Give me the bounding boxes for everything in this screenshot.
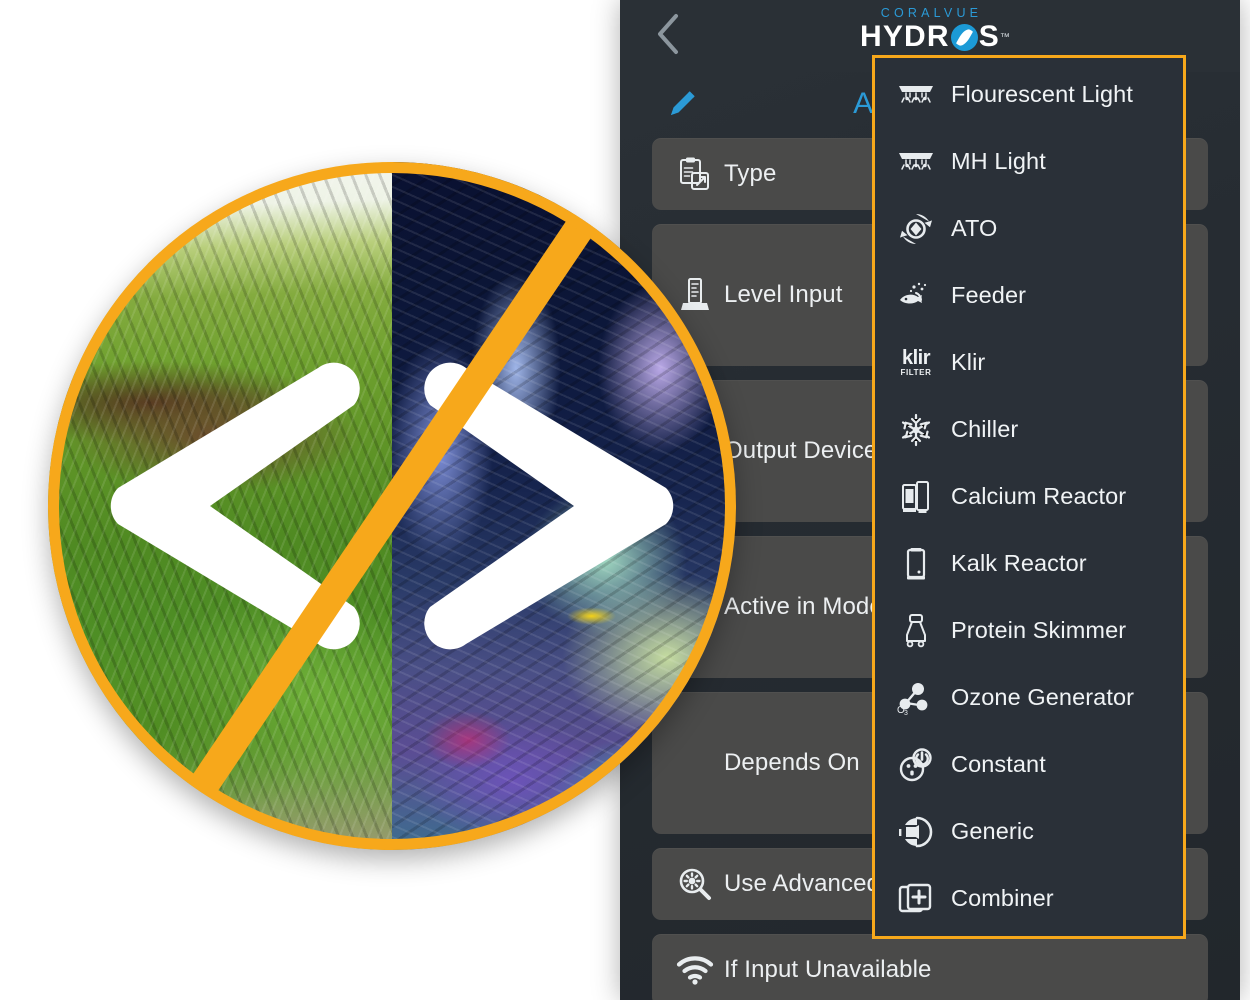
row-label: If Input Unavailable bbox=[724, 956, 932, 983]
dropdown-item-mh-light[interactable]: MH Light bbox=[875, 128, 1183, 195]
row-label: Active in Mode bbox=[724, 593, 883, 620]
brand-main-text: HYDR S ™ bbox=[859, 20, 1010, 53]
wifi-icon bbox=[666, 955, 724, 985]
kalk-reactor-icon bbox=[893, 541, 939, 587]
klir-icon-bottom-text: FILTER bbox=[900, 368, 932, 377]
row-label: Output Device bbox=[724, 437, 878, 464]
protein-skimmer-icon bbox=[893, 608, 939, 654]
klir-icon-top-text: klir bbox=[901, 347, 931, 369]
dropdown-item-chiller[interactable]: Chiller bbox=[875, 396, 1183, 463]
dropdown-item-protein-skimmer[interactable]: Protein Skimmer bbox=[875, 597, 1183, 664]
hydros-leaf-logo-icon bbox=[950, 24, 978, 51]
dropdown-item-feeder[interactable]: Feeder bbox=[875, 262, 1183, 329]
dropdown-item-label: Ozone Generator bbox=[951, 684, 1135, 710]
dropdown-item-label: Protein Skimmer bbox=[951, 617, 1127, 643]
calcium-reactor-icon bbox=[893, 474, 939, 520]
row-label: Level Input bbox=[724, 281, 843, 308]
dropdown-item-label: MH Light bbox=[951, 148, 1046, 174]
magnifier-gear-icon bbox=[666, 866, 724, 902]
svg-text:3: 3 bbox=[904, 710, 908, 715]
dropdown-item-flourescent-light[interactable]: Flourescent Light bbox=[875, 61, 1183, 128]
fluorescent-light-icon bbox=[893, 72, 939, 118]
dropdown-item-label: Klir bbox=[951, 349, 986, 375]
dropdown-item-label: Chiller bbox=[951, 416, 1019, 442]
screenshot-root: CORALVUE HYDRS ™ Add Output bbox=[0, 0, 1250, 1000]
brand-main-prefix: HYDR bbox=[859, 20, 950, 53]
output-type-dropdown[interactable]: Flourescent Light MH Light ATO Feeder kl… bbox=[872, 55, 1186, 939]
ozone-molecule-icon: O 3 bbox=[893, 675, 939, 721]
feeder-fish-icon bbox=[893, 273, 939, 319]
brand-top-text: CORALVUE bbox=[880, 6, 983, 20]
klir-filter-icon: klir FILTER bbox=[893, 340, 939, 386]
brand-logo: CORALVUE HYDR S ™ bbox=[620, 6, 1240, 53]
constant-power-icon bbox=[893, 742, 939, 788]
dropdown-item-klir[interactable]: klir FILTER Klir bbox=[875, 329, 1183, 396]
row-if-input-unavailable[interactable]: If Input Unavailable bbox=[652, 934, 1208, 1000]
ato-icon bbox=[893, 206, 939, 252]
row-label: Depends On bbox=[724, 749, 860, 776]
dropdown-list: Flourescent Light MH Light ATO Feeder kl… bbox=[875, 58, 1183, 932]
aquarium-image-badge bbox=[48, 162, 736, 850]
dropdown-item-label: Constant bbox=[951, 751, 1046, 777]
dropdown-item-label: Combiner bbox=[951, 885, 1054, 911]
brand-main-suffix: S bbox=[978, 20, 1001, 53]
dropdown-item-generic[interactable]: Generic bbox=[875, 798, 1183, 865]
dropdown-item-label: Feeder bbox=[951, 282, 1027, 308]
generic-arrow-icon bbox=[893, 809, 939, 855]
dropdown-item-ato[interactable]: ATO bbox=[875, 195, 1183, 262]
dropdown-item-label: Flourescent Light bbox=[951, 81, 1133, 107]
dropdown-item-combiner[interactable]: Combiner bbox=[875, 865, 1183, 932]
snowflake-icon bbox=[893, 407, 939, 453]
combiner-plus-icon bbox=[893, 876, 939, 922]
dropdown-item-label: Calcium Reactor bbox=[951, 483, 1127, 509]
dropdown-item-label: ATO bbox=[951, 215, 998, 241]
dropdown-item-label: Generic bbox=[951, 818, 1034, 844]
trademark-symbol: ™ bbox=[999, 32, 1012, 43]
mh-light-icon bbox=[893, 139, 939, 185]
dropdown-item-constant[interactable]: Constant bbox=[875, 731, 1183, 798]
dropdown-item-kalk-reactor[interactable]: Kalk Reactor bbox=[875, 530, 1183, 597]
dropdown-item-label: Kalk Reactor bbox=[951, 550, 1087, 576]
dropdown-item-ozone-generator[interactable]: O 3 Ozone Generator bbox=[875, 664, 1183, 731]
dropdown-item-calcium-reactor[interactable]: Calcium Reactor bbox=[875, 463, 1183, 530]
